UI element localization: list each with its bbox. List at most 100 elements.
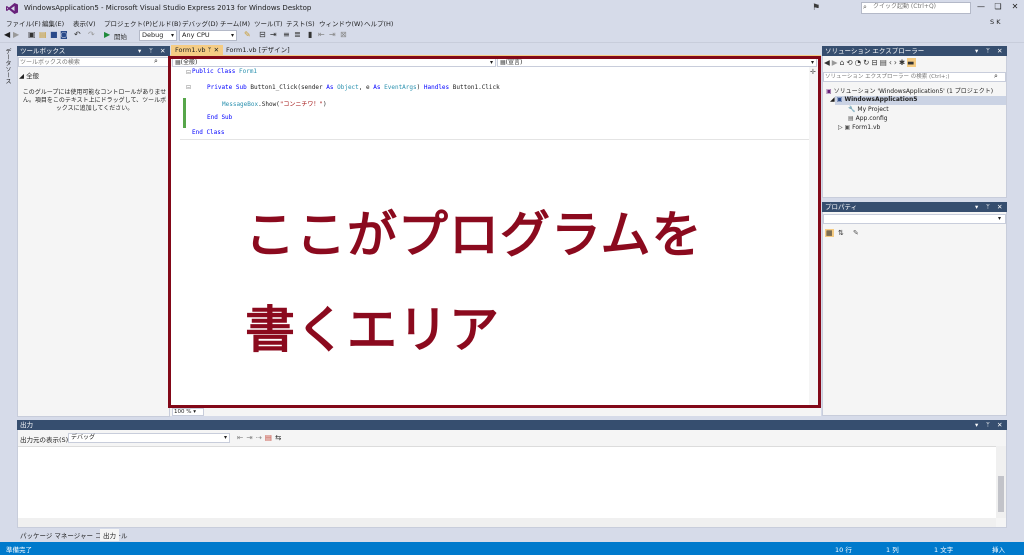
menu-build[interactable]: ビルド(B): [152, 18, 181, 28]
close-button[interactable]: ✕: [1007, 2, 1023, 14]
sync-icon[interactable]: ⟲: [846, 58, 854, 67]
output-text-area[interactable]: [18, 446, 996, 518]
clear-bookmarks-icon[interactable]: ⊠: [340, 30, 347, 39]
properties-object-select[interactable]: [823, 214, 1006, 224]
platform-select[interactable]: Any CPU ▾: [179, 30, 237, 41]
pin-icon[interactable]: ᛘ: [149, 47, 153, 55]
next-message-icon[interactable]: ⇥: [246, 433, 255, 442]
dropdown-icon[interactable]: ▾: [975, 47, 978, 55]
menu-edit[interactable]: 編集(E): [42, 18, 64, 28]
save-all-icon[interactable]: ◙: [60, 30, 68, 39]
alphabetical-icon[interactable]: ⇅: [838, 229, 844, 237]
view-code-icon[interactable]: ‹›: [889, 58, 899, 67]
config-select[interactable]: Debug ▾: [139, 30, 177, 41]
menu-tools[interactable]: ツール(T): [254, 18, 283, 28]
word-wrap-icon[interactable]: ⇆: [275, 433, 284, 442]
find-icon[interactable]: ✎: [244, 30, 251, 39]
menu-test[interactable]: テスト(S): [286, 18, 315, 28]
menu-team[interactable]: チーム(M): [220, 18, 250, 28]
save-icon[interactable]: ■: [50, 30, 58, 39]
close-icon[interactable]: ✕: [997, 421, 1002, 429]
toolbox-group-general[interactable]: ◢ 全般: [19, 70, 39, 80]
forward-icon[interactable]: ▶: [13, 30, 19, 39]
menu-file[interactable]: ファイル(F): [6, 18, 41, 28]
tab-form1-design[interactable]: Form1.vb [デザイン]: [222, 45, 294, 55]
tab-label: Form1.vb: [175, 46, 206, 54]
zoom-select[interactable]: 100 % ▾: [172, 408, 204, 416]
next-bookmark-icon[interactable]: ⇥: [329, 30, 336, 39]
tree-item-form1[interactable]: ▷ ▣ Form1.vb: [838, 124, 880, 131]
scroll-thumb[interactable]: [998, 476, 1004, 512]
view-designer-icon[interactable]: ▬: [907, 58, 917, 67]
forward-icon[interactable]: ▶: [832, 58, 840, 67]
clear-all-icon[interactable]: ▤: [265, 433, 275, 442]
pin-icon[interactable]: ᛘ: [986, 47, 990, 55]
toolbox-search-input[interactable]: [20, 58, 140, 66]
tree-project[interactable]: ◢ ▣ WindowsApplication5: [830, 96, 917, 103]
tree-item-my-project[interactable]: 🔧 My Project: [848, 106, 889, 113]
platform-value: Any CPU: [182, 31, 210, 39]
close-icon[interactable]: ✕: [997, 203, 1002, 211]
back-icon[interactable]: ◀: [824, 58, 832, 67]
user-name[interactable]: S K: [990, 18, 1000, 26]
search-icon[interactable]: ⌕: [154, 57, 158, 66]
status-char: 1 文字: [934, 546, 954, 554]
tab-form1-vb[interactable]: Form1.vb ᛘ ✕: [171, 45, 224, 55]
tree-item-app-config[interactable]: ▤ App.config: [848, 115, 888, 122]
start-icon[interactable]: ▶: [104, 30, 110, 39]
chevron-down-icon[interactable]: ▾: [998, 215, 1001, 222]
dropdown-icon[interactable]: ▾: [975, 203, 978, 211]
close-icon[interactable]: ✕: [160, 47, 165, 55]
start-button[interactable]: 開始: [114, 31, 127, 41]
pending-changes-icon[interactable]: ◔: [855, 58, 864, 67]
dropdown-icon[interactable]: ▾: [975, 421, 978, 429]
menu-debug[interactable]: デバッグ(D): [182, 18, 218, 28]
tab-data-sources[interactable]: データソース: [2, 48, 12, 84]
properties-icon[interactable]: ✱: [899, 58, 907, 67]
solution-search-input[interactable]: [825, 73, 985, 81]
tab-output[interactable]: 出力: [100, 529, 119, 541]
minimize-button[interactable]: —: [973, 2, 989, 14]
menu-view[interactable]: 表示(V): [73, 18, 96, 28]
close-icon[interactable]: ✕: [997, 47, 1002, 55]
pin-icon[interactable]: ᛘ: [208, 46, 212, 54]
redo-icon[interactable]: ↷: [88, 30, 95, 39]
open-file-icon[interactable]: ▤: [39, 30, 47, 39]
feedback-flag-icon[interactable]: ⚑: [812, 3, 820, 13]
solution-icon: ▣: [826, 88, 832, 95]
solution-explorer-header: ソリューション エクスプローラー: [822, 46, 1007, 56]
search-icon[interactable]: ⌕: [994, 72, 998, 81]
menu-help[interactable]: ヘルプ(H): [364, 18, 393, 28]
undo-icon[interactable]: ↶: [74, 30, 81, 39]
back-icon[interactable]: ◀: [4, 30, 10, 39]
config-value: Debug: [142, 31, 164, 39]
prev-message-icon[interactable]: ⇤: [237, 433, 246, 442]
align-icon[interactable]: ⊟: [259, 30, 266, 39]
categorized-icon[interactable]: ▦: [825, 229, 834, 237]
property-pages-icon[interactable]: ✎: [853, 229, 859, 237]
bookmark-icon[interactable]: ▮: [308, 30, 312, 39]
dropdown-icon[interactable]: ▾: [138, 47, 141, 55]
collapse-all-icon[interactable]: ⊟: [871, 58, 879, 67]
new-project-icon[interactable]: ▣: [28, 30, 36, 39]
output-source-value: デバッグ: [71, 434, 96, 441]
expand-icon[interactable]: ◢: [830, 96, 835, 103]
close-icon[interactable]: ✕: [214, 46, 219, 54]
menu-window[interactable]: ウィンドウ(W): [319, 18, 363, 28]
pin-icon[interactable]: ᛘ: [986, 421, 990, 429]
status-bar: [0, 542, 1024, 555]
pin-icon[interactable]: ᛘ: [986, 203, 990, 211]
indent-icon[interactable]: ⇥: [270, 30, 277, 39]
comment-icon[interactable]: ≡: [283, 30, 290, 39]
menu-project[interactable]: プロジェクト(P): [104, 18, 152, 28]
output-horizontal-scrollbar[interactable]: [18, 518, 996, 527]
goto-icon[interactable]: ⇢: [256, 433, 265, 442]
expand-icon[interactable]: ▷: [838, 124, 843, 131]
restore-button[interactable]: ❏: [990, 2, 1006, 14]
uncomment-icon[interactable]: ≣: [294, 30, 301, 39]
quick-launch-input[interactable]: [873, 3, 963, 10]
prev-bookmark-icon[interactable]: ⇤: [318, 30, 325, 39]
tree-solution[interactable]: ▣ ソリューション 'WindowsApplication5' (1 プロジェク…: [826, 86, 993, 95]
output-source-select[interactable]: デバッグ ▾: [68, 433, 230, 443]
show-all-files-icon[interactable]: ▤: [880, 58, 889, 67]
